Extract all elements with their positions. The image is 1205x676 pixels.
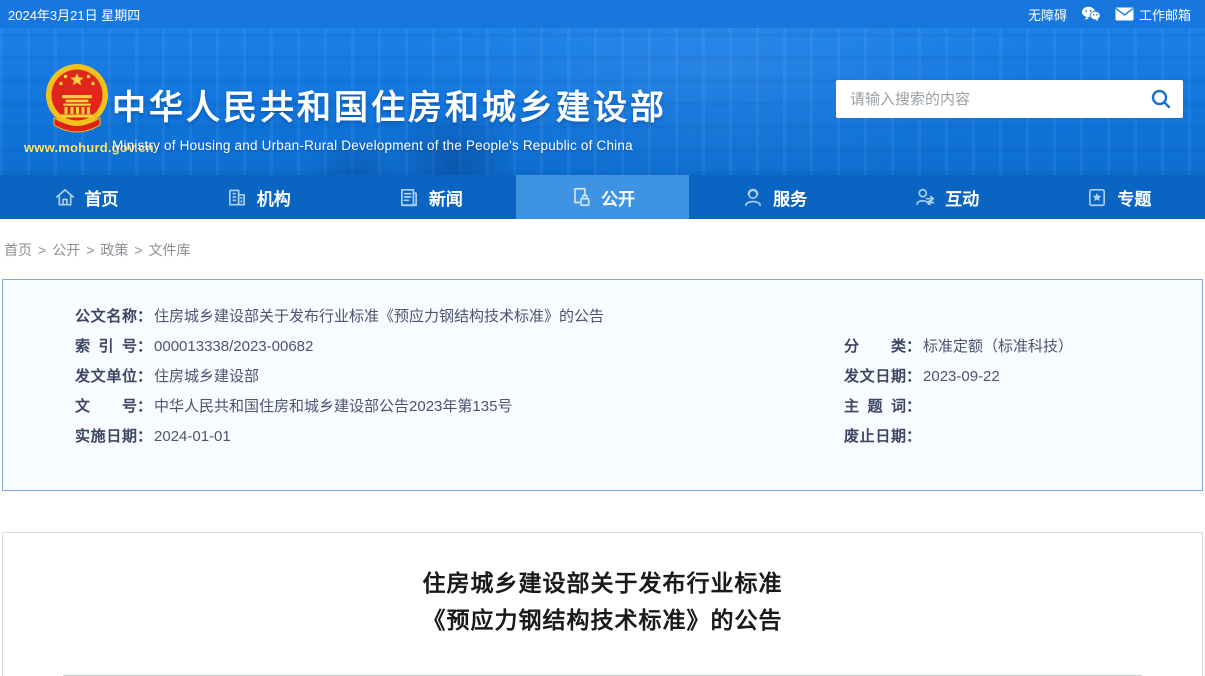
nav-item-label: 互动 [945,185,979,210]
doc-field-implementation-date: 实施日期：2024-01-01 [75,422,844,452]
special-topic-icon [1086,186,1108,208]
site-title: 中华人民共和国住房和城乡建设部 [112,80,667,129]
nav-item-special-topic[interactable]: 专题 [1033,175,1205,219]
organization-icon [226,186,248,208]
search-button[interactable] [1139,80,1183,118]
breadcrumb-separator: > [86,242,94,258]
document-info-left-column: 公文名称：住房城乡建设部关于发布行业标准《预应力钢结构技术标准》的公告 索 引 … [3,302,844,490]
article-title-line1: 住房城乡建设部关于发布行业标准 [3,565,1202,602]
service-icon [742,186,764,208]
search-box [836,80,1183,118]
doc-field-document-number: 文 号：中华人民共和国住房和城乡建设部公告2023年第135号 [75,392,844,422]
doc-field-issuing-unit: 发文单位：住房城乡建设部 [75,362,844,392]
nav-item-organization[interactable]: 机构 [172,175,344,219]
nav-item-disclosure[interactable]: 公开 [516,175,688,219]
nav-item-label: 新闻 [429,185,463,210]
nav-item-service[interactable]: 服务 [689,175,861,219]
breadcrumb-home[interactable]: 首页 [4,242,32,258]
search-input[interactable] [836,91,1139,108]
article-title: 住房城乡建设部关于发布行业标准 《预应力钢结构技术标准》的公告 [3,565,1202,639]
doc-field-subject-words: 主 题 词： [844,392,1202,422]
breadcrumb-disclosure[interactable]: 公开 [52,242,80,258]
search-icon [1150,88,1172,110]
article-panel: 住房城乡建设部关于发布行业标准 《预应力钢结构技术标准》的公告 [2,532,1203,676]
wechat-icon [1081,6,1101,22]
article-title-line2: 《预应力钢结构技术标准》的公告 [3,602,1202,639]
work-mailbox-link[interactable]: 工作邮箱 [1115,5,1191,24]
doc-field-index-number: 索 引 号：000013338/2023-00682 [75,332,844,362]
doc-field-category: 分 类：标准定额（标准科技） [844,332,1202,362]
document-info-right-column: 分 类：标准定额（标准科技） 发文日期：2023-09-22 主 题 词： 废止… [844,332,1202,490]
wechat-link[interactable] [1081,6,1101,22]
breadcrumb-document-library[interactable]: 文件库 [149,242,191,258]
site-subtitle-english: Ministry of Housing and Urban-Rural Deve… [112,138,667,153]
home-icon [54,186,76,208]
mail-icon [1115,7,1134,21]
nav-item-home[interactable]: 首页 [0,175,172,219]
breadcrumb-policy[interactable]: 政策 [100,242,128,258]
nav-item-news[interactable]: 新闻 [344,175,516,219]
current-date: 2024年3月21日 星期四 [8,5,140,24]
nav-item-label: 专题 [1117,185,1151,210]
doc-field-repeal-date: 废止日期： [844,422,1202,452]
nav-item-label: 首页 [85,185,119,210]
site-header-banner: www.mohurd.gov.cn 中华人民共和国住房和城乡建设部 Minist… [0,28,1205,175]
nav-item-label: 服务 [773,185,807,210]
accessibility-link[interactable]: 无障碍 [1028,5,1067,24]
news-icon [398,186,420,208]
top-utility-bar: 2024年3月21日 星期四 无障碍 [0,0,1205,28]
disclosure-icon [570,186,592,208]
document-info-panel: 公文名称：住房城乡建设部关于发布行业标准《预应力钢结构技术标准》的公告 索 引 … [2,279,1203,491]
nav-item-label: 机构 [257,185,291,210]
doc-field-title: 公文名称：住房城乡建设部关于发布行业标准《预应力钢结构技术标准》的公告 [75,302,844,332]
nav-item-label: 公开 [601,185,635,210]
doc-field-issue-date: 发文日期：2023-09-22 [844,362,1202,392]
work-mailbox-label: 工作邮箱 [1139,5,1191,24]
breadcrumb-separator: > [38,242,46,258]
interaction-icon [914,186,936,208]
nav-item-interaction[interactable]: 互动 [861,175,1033,219]
main-nav: 首页 机构 新闻 公开 [0,175,1205,219]
breadcrumb: 首页 > 公开 > 政策 > 文件库 [0,219,1205,260]
accessibility-link-label: 无障碍 [1028,5,1067,24]
breadcrumb-separator: > [134,242,142,258]
